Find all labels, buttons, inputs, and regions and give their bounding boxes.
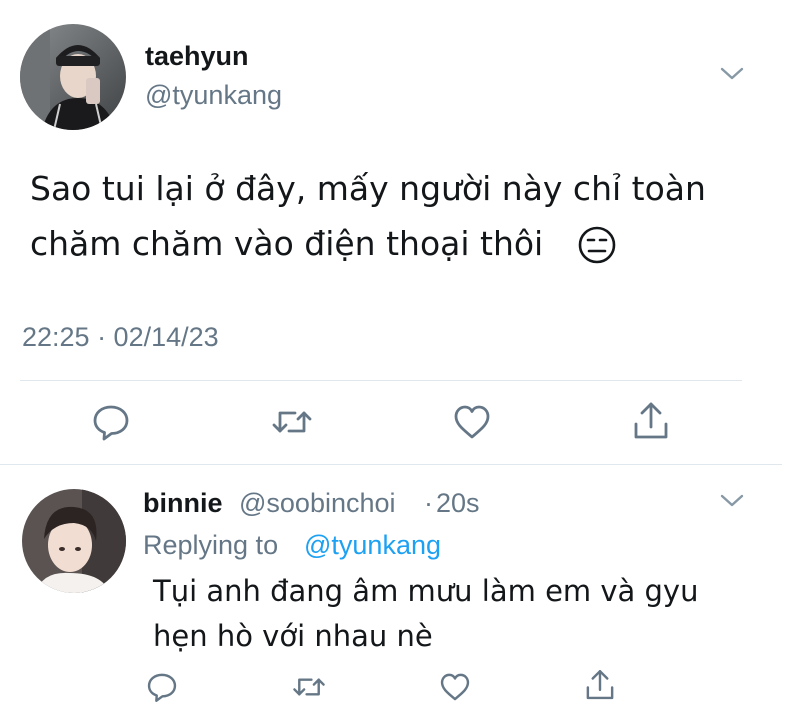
retweet-icon[interactable] bbox=[291, 670, 327, 704]
tweet-text-line-2: chăm chăm vào điện thoại thôi bbox=[30, 224, 544, 263]
like-icon[interactable] bbox=[451, 401, 493, 443]
divider bbox=[0, 464, 782, 465]
tweet-timestamp[interactable]: 22:25 · 02/14/23 bbox=[22, 322, 219, 353]
reply-display-name[interactable]: binnie bbox=[143, 488, 223, 519]
divider bbox=[20, 380, 742, 381]
reply-icon[interactable] bbox=[90, 401, 132, 443]
reply-icon[interactable] bbox=[145, 670, 179, 704]
like-icon[interactable] bbox=[438, 670, 472, 704]
avatar-taehyun[interactable] bbox=[20, 24, 126, 130]
chevron-down-icon[interactable] bbox=[719, 491, 745, 511]
replying-to-label: Replying to bbox=[143, 530, 279, 560]
reply-user-handle[interactable]: @soobinchoi bbox=[239, 488, 396, 519]
avatar-binnie[interactable] bbox=[22, 489, 126, 593]
reply-text-line-1: Tụi anh đang âm mưu làm em và gyu bbox=[153, 574, 699, 608]
display-name[interactable]: taehyun bbox=[145, 41, 249, 72]
tweet-text-line-1: Sao tui lại ở đây, mấy người này chỉ toà… bbox=[30, 169, 706, 208]
reply-age[interactable]: 20s bbox=[436, 488, 480, 519]
separator-dot: · bbox=[424, 488, 433, 518]
replying-to-handle-link[interactable]: @tyunkang bbox=[304, 530, 441, 561]
user-handle[interactable]: @tyunkang bbox=[145, 80, 282, 111]
chevron-down-icon[interactable] bbox=[719, 64, 745, 84]
reply-text-line-2: hẹn hò với nhau nè bbox=[153, 619, 433, 653]
share-icon[interactable] bbox=[583, 667, 617, 703]
retweet-icon[interactable] bbox=[270, 401, 314, 443]
expressionless-face-emoji bbox=[577, 225, 617, 265]
share-icon[interactable] bbox=[630, 399, 672, 443]
